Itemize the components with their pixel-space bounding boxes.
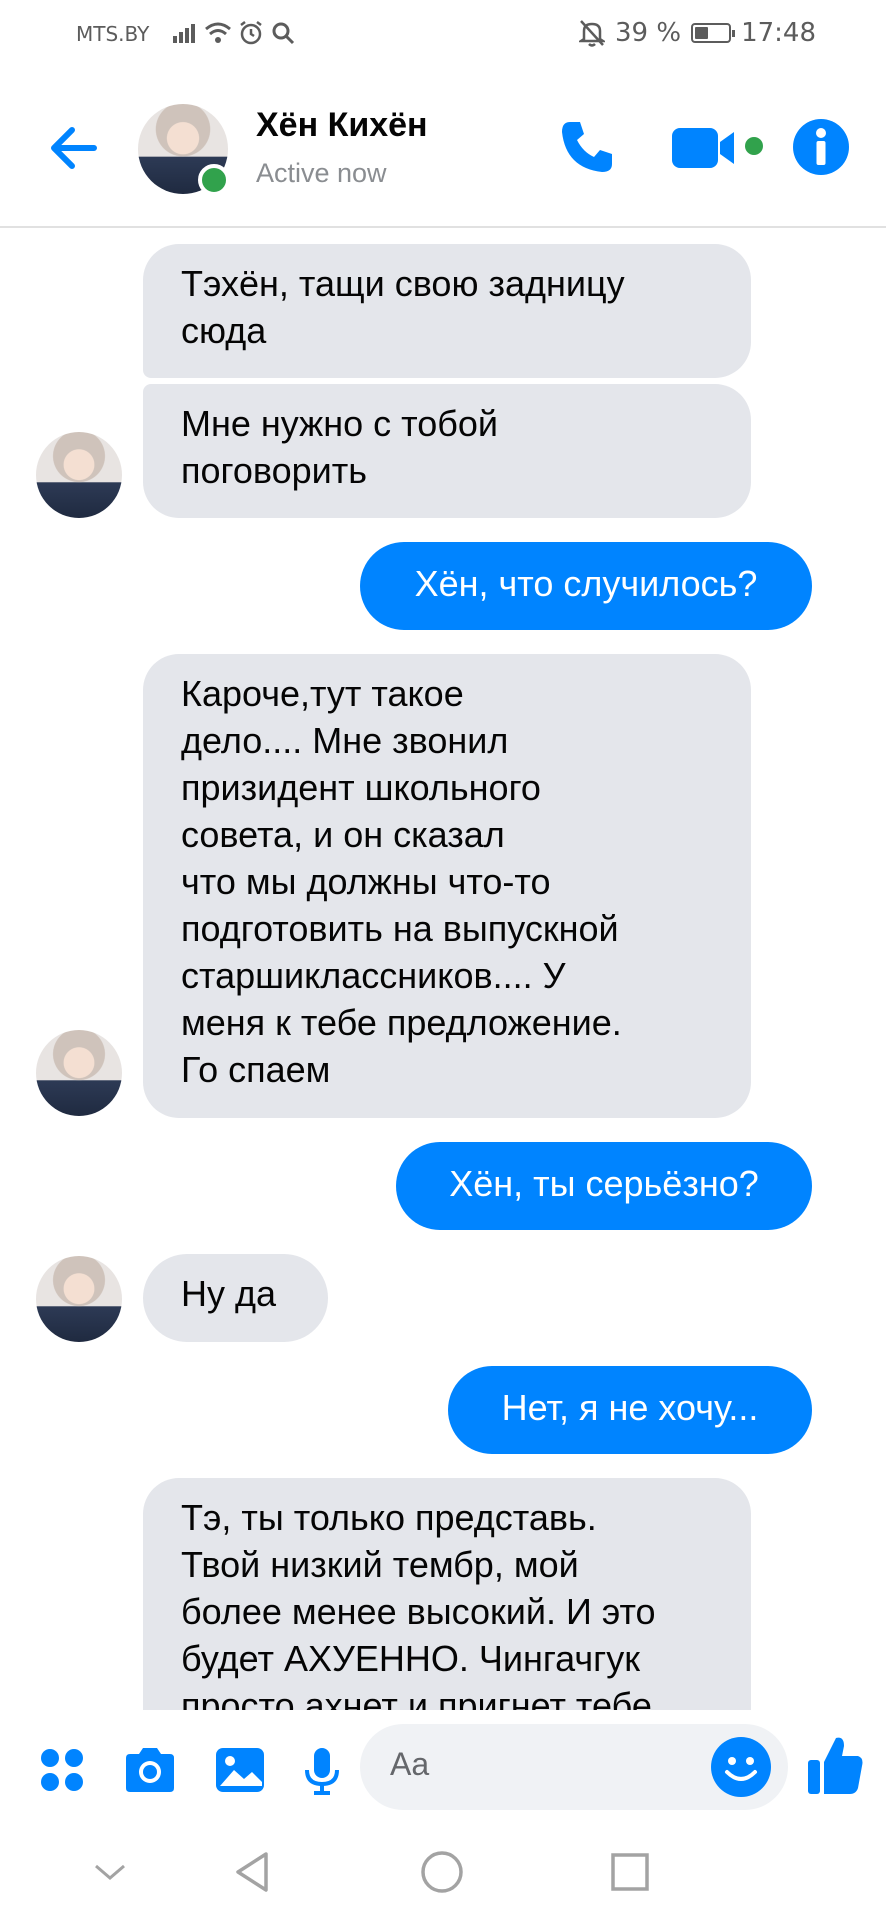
message-list[interactable]: Тэхён, тащи свою задницу сюда Мне нужно … — [0, 230, 886, 1710]
message-bubble-incoming[interactable]: Кароче,тут такое дело.... Мне звонил при… — [143, 654, 751, 1118]
online-indicator — [198, 164, 230, 196]
alarm-icon — [240, 21, 262, 45]
message-bubble-outgoing[interactable]: Нет, я не хочу... — [448, 1366, 812, 1454]
apps-grid-icon[interactable] — [38, 1746, 86, 1794]
contact-avatar[interactable] — [138, 104, 230, 196]
message-bubble-incoming[interactable]: Ну да — [143, 1254, 328, 1342]
search-icon — [272, 22, 295, 45]
home-circle-icon[interactable] — [420, 1850, 464, 1894]
message-composer: Aa — [0, 1710, 886, 1830]
video-camera-icon[interactable] — [668, 124, 768, 172]
status-bar: MTS.BY 39 % 17:48 — [0, 0, 886, 70]
emoji-icon[interactable] — [710, 1736, 772, 1798]
battery-icon — [691, 23, 736, 43]
chat-header: Хён Кихён Active now — [0, 80, 886, 228]
message-bubble-outgoing[interactable]: Хён, ты серьёзно? — [396, 1142, 812, 1230]
wifi-icon — [205, 22, 231, 43]
battery-percent: 39 % — [615, 18, 682, 48]
signal-icon — [173, 24, 195, 43]
thumbs-up-icon[interactable] — [806, 1734, 866, 1796]
back-triangle-icon[interactable] — [232, 1850, 272, 1894]
back-arrow-icon[interactable] — [44, 118, 104, 178]
sender-avatar[interactable] — [36, 1030, 122, 1116]
sender-avatar[interactable] — [36, 432, 122, 518]
clock: 17:48 — [741, 18, 816, 48]
message-bubble-outgoing[interactable]: Хён, что случилось? — [360, 542, 812, 630]
message-bubble-incoming[interactable]: Тэ, ты только представь. Твой низкий тем… — [143, 1478, 751, 1710]
recents-square-icon[interactable] — [610, 1852, 650, 1892]
camera-icon[interactable] — [122, 1746, 178, 1794]
chevron-down-icon[interactable] — [92, 1860, 128, 1884]
message-bubble-incoming[interactable]: Тэхён, тащи свою задницу сюда — [143, 244, 751, 378]
microphone-icon[interactable] — [302, 1746, 342, 1796]
gallery-icon[interactable] — [214, 1746, 266, 1794]
message-input-placeholder: Aa — [390, 1746, 430, 1782]
message-input[interactable]: Aa — [360, 1724, 788, 1810]
contact-name[interactable]: Хён Кихён — [256, 106, 428, 145]
carrier-label: MTS.BY — [76, 22, 150, 46]
info-icon[interactable] — [792, 118, 850, 176]
contact-status: Active now — [256, 158, 387, 188]
phone-icon[interactable] — [556, 116, 618, 178]
bell-off-icon — [579, 20, 605, 47]
sender-avatar[interactable] — [36, 1256, 122, 1342]
system-nav-bar — [0, 1830, 886, 1920]
message-bubble-incoming[interactable]: Мне нужно с тобой поговорить — [143, 384, 751, 518]
